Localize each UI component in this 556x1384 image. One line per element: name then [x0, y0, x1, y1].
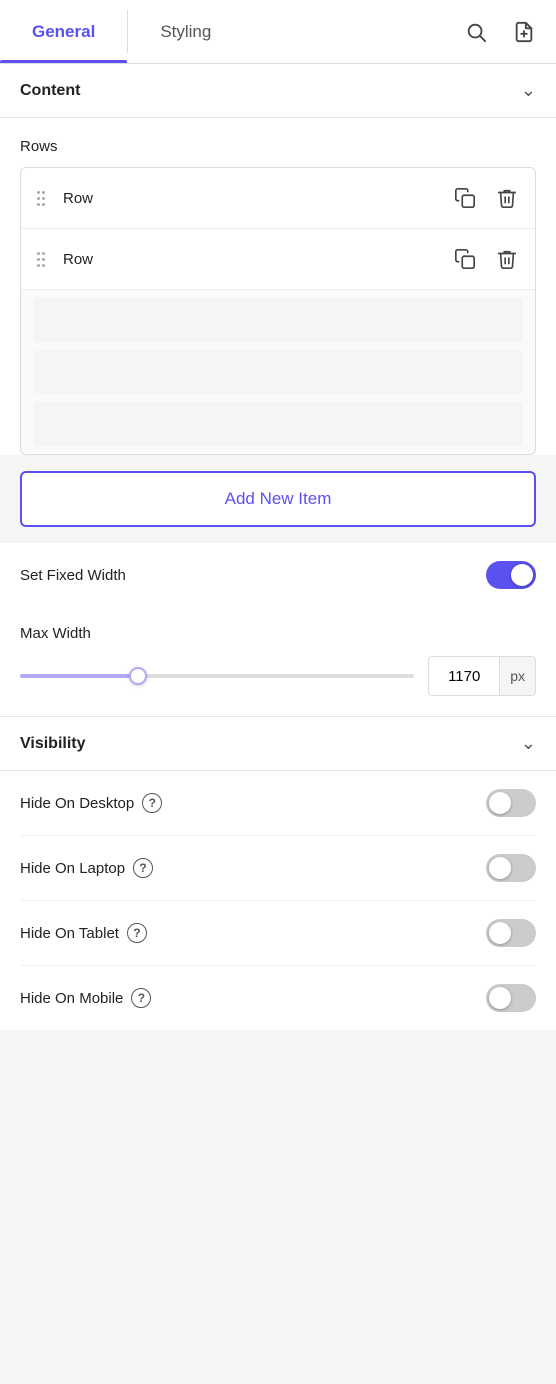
add-new-item-button[interactable]: Add New Item — [20, 471, 536, 527]
tab-icons — [444, 0, 556, 63]
help-icon: ? — [131, 988, 151, 1008]
rows-label: Rows — [20, 138, 536, 155]
search-icon — [465, 21, 487, 43]
fixed-width-label: Set Fixed Width — [20, 567, 126, 584]
visibility-section-header[interactable]: Visibility ⌄ — [0, 716, 556, 771]
placeholder-row — [33, 298, 523, 342]
search-button[interactable] — [456, 12, 496, 52]
copy-icon — [454, 248, 476, 270]
table-row: Row — [21, 168, 535, 229]
drag-dot — [37, 264, 40, 267]
hide-desktop-toggle[interactable] — [486, 789, 536, 817]
list-item: Hide On Tablet ? — [20, 901, 536, 966]
help-icon: ? — [142, 793, 162, 813]
delete-row-button[interactable] — [491, 182, 523, 214]
help-icon: ? — [133, 858, 153, 878]
hide-tablet-toggle[interactable] — [486, 919, 536, 947]
hide-mobile-label: Hide On Mobile ? — [20, 988, 151, 1008]
toggle-track — [486, 919, 536, 947]
drag-dot — [37, 197, 40, 200]
max-width-input-group: px — [428, 656, 536, 696]
help-icon: ? — [127, 923, 147, 943]
copy-row-button[interactable] — [449, 243, 481, 275]
toggle-track — [486, 854, 536, 882]
max-width-controls: px — [20, 656, 536, 696]
slider-fill — [20, 674, 138, 678]
toggle-thumb — [489, 987, 511, 1009]
hide-mobile-toggle[interactable] — [486, 984, 536, 1012]
file-icon — [513, 21, 535, 43]
slider-track — [20, 674, 414, 678]
row-actions — [449, 182, 523, 214]
delete-row-button[interactable] — [491, 243, 523, 275]
row-actions — [449, 243, 523, 275]
placeholder-row — [33, 402, 523, 446]
row-label: Row — [63, 251, 449, 268]
drag-dot — [37, 258, 40, 261]
drag-dot — [42, 252, 45, 255]
drag-handle[interactable] — [33, 248, 49, 271]
slider-thumb — [129, 667, 147, 685]
list-item: Hide On Mobile ? — [20, 966, 536, 1030]
tab-styling[interactable]: Styling — [128, 0, 243, 63]
file-button[interactable] — [504, 12, 544, 52]
drag-dot — [42, 264, 45, 267]
toggle-track — [486, 561, 536, 589]
max-width-unit: px — [499, 657, 535, 695]
drag-dot — [37, 191, 40, 194]
fixed-width-row: Set Fixed Width — [20, 543, 536, 607]
toggle-thumb — [511, 564, 533, 586]
list-item: Hide On Desktop ? — [20, 771, 536, 836]
visibility-section-title: Visibility — [20, 735, 86, 753]
toggle-thumb — [489, 857, 511, 879]
max-width-input[interactable] — [429, 657, 499, 695]
table-row: Row — [21, 229, 535, 290]
content-chevron-icon: ⌄ — [521, 80, 536, 101]
drag-dot — [42, 203, 45, 206]
copy-icon — [454, 187, 476, 209]
drag-handle[interactable] — [33, 187, 49, 210]
toggle-thumb — [489, 922, 511, 944]
drag-dot — [42, 197, 45, 200]
content-area: Rows Row — [0, 118, 556, 455]
trash-icon — [496, 187, 518, 209]
rows-container: Row — [20, 167, 536, 455]
max-width-slider[interactable] — [20, 666, 414, 686]
tabs-bar: General Styling — [0, 0, 556, 64]
row-label: Row — [63, 190, 449, 207]
list-item: Hide On Laptop ? — [20, 836, 536, 901]
max-width-area: Max Width px — [0, 607, 556, 716]
hide-laptop-label: Hide On Laptop ? — [20, 858, 153, 878]
drag-dot — [37, 252, 40, 255]
copy-row-button[interactable] — [449, 182, 481, 214]
placeholder-row — [33, 350, 523, 394]
toggle-thumb — [489, 792, 511, 814]
hide-tablet-label: Hide On Tablet ? — [20, 923, 147, 943]
content-section-title: Content — [20, 82, 80, 100]
hide-desktop-label: Hide On Desktop ? — [20, 793, 162, 813]
content-section-header[interactable]: Content ⌄ — [0, 64, 556, 118]
toggle-track — [486, 789, 536, 817]
drag-dot — [42, 258, 45, 261]
visibility-items: Hide On Desktop ? Hide On Laptop ? — [0, 771, 556, 1030]
max-width-label: Max Width — [20, 607, 536, 656]
hide-laptop-toggle[interactable] — [486, 854, 536, 882]
fixed-width-toggle[interactable] — [486, 561, 536, 589]
toggle-track — [486, 984, 536, 1012]
visibility-chevron-icon: ⌄ — [521, 733, 536, 754]
drag-dot — [37, 203, 40, 206]
placeholder-area — [21, 290, 535, 454]
tab-general[interactable]: General — [0, 0, 127, 63]
trash-icon — [496, 248, 518, 270]
drag-dot — [42, 191, 45, 194]
visibility-section: Visibility ⌄ Hide On Desktop ? Hide On L… — [0, 716, 556, 1030]
settings-area: Set Fixed Width — [0, 543, 556, 607]
